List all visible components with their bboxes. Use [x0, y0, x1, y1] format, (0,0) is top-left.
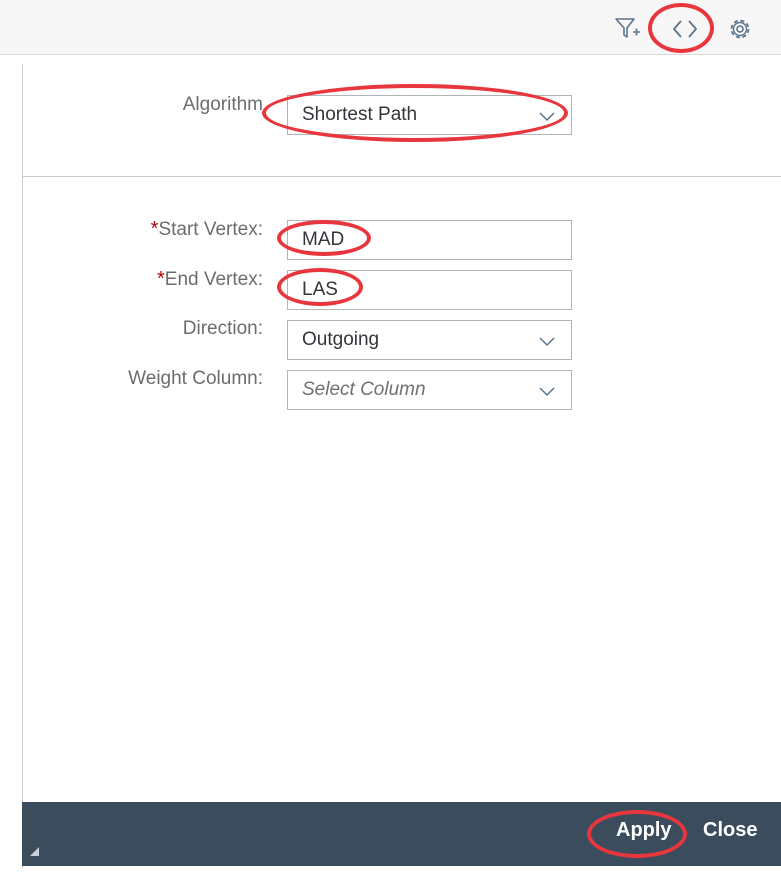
- add-filter-icon[interactable]: [612, 14, 642, 44]
- graph-settings-panel: Algorithm Shortest Path *Start Vertex: M…: [22, 64, 781, 868]
- code-view-icon[interactable]: [670, 14, 700, 44]
- algorithm-label: Algorithm: [182, 94, 263, 115]
- resize-handle-icon[interactable]: [30, 847, 39, 856]
- start-vertex-value: MAD: [302, 229, 345, 250]
- required-marker: *: [156, 268, 165, 290]
- direction-value: Outgoing: [302, 329, 380, 350]
- dialog-footer: Apply Close: [22, 802, 781, 866]
- weight-column-select[interactable]: Select Column: [287, 370, 572, 410]
- apply-button[interactable]: Apply: [616, 819, 672, 842]
- end-vertex-input[interactable]: LAS: [287, 270, 572, 310]
- chevron-down-icon: [539, 337, 555, 347]
- end-vertex-value: LAS: [302, 279, 338, 300]
- direction-select[interactable]: Outgoing: [287, 320, 572, 360]
- start-vertex-input[interactable]: MAD: [287, 220, 572, 260]
- algorithm-value: Shortest Path: [302, 104, 418, 125]
- weight-column-placeholder: Select Column: [302, 379, 426, 400]
- chevron-down-icon: [539, 112, 555, 122]
- start-vertex-label: *Start Vertex:: [150, 218, 263, 240]
- section-divider: [23, 176, 781, 177]
- top-toolbar: [0, 0, 781, 55]
- end-vertex-label: *End Vertex:: [156, 268, 263, 290]
- chevron-down-icon: [539, 387, 555, 397]
- settings-gear-icon[interactable]: [725, 14, 755, 44]
- direction-label: Direction:: [182, 318, 263, 339]
- algorithm-select[interactable]: Shortest Path: [287, 95, 572, 135]
- close-button[interactable]: Close: [703, 819, 757, 842]
- weight-column-label: Weight Column:: [128, 368, 263, 389]
